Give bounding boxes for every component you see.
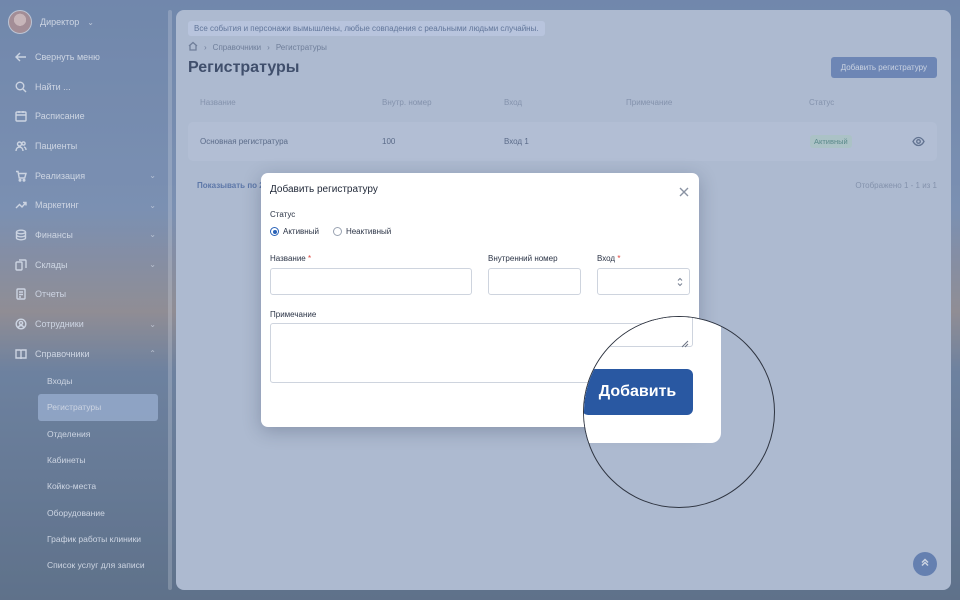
name-input[interactable] [270,268,472,295]
note-label: Примечание [270,310,317,319]
name-label: Название * [270,254,311,263]
status-radio-active[interactable]: Активный [270,227,319,236]
radio-checked-icon [270,227,279,236]
number-input[interactable] [488,268,581,295]
entrance-label-text: Вход [597,254,616,263]
modal-zoomed: Добавить [584,317,721,443]
radio-unchecked-icon [332,227,342,236]
required-mark: * [617,254,621,263]
resize-grip-icon[interactable] [681,335,689,348]
entrance-label: Вход * [597,254,620,263]
submit-add-button[interactable]: Добавить [584,369,693,415]
select-arrows-icon [677,277,683,287]
radio-label: Активный [283,227,319,236]
zoom-magnifier: Добавить [583,316,775,508]
required-mark: * [307,254,312,263]
number-label: Внутренний номер [488,254,558,263]
entrance-select[interactable] [597,268,690,295]
close-icon[interactable] [679,184,689,197]
status-radio-group: Активный Неактивный [270,227,391,236]
status-label: Статус [270,210,296,219]
modal-title: Добавить регистратуру [270,184,378,195]
radio-label: Неактивный [345,227,392,236]
status-radio-inactive[interactable]: Неактивный [332,227,392,236]
note-textarea-zoomed[interactable] [584,317,693,348]
name-label-text: Название [270,254,306,263]
